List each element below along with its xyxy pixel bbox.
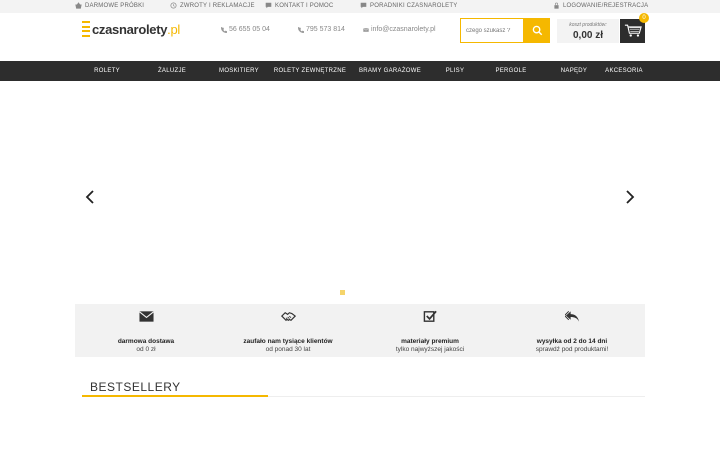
chevron-left-icon [85, 190, 94, 204]
history-icon [170, 2, 177, 9]
login-label: LOGOWANIE/REJESTRACJA [563, 2, 649, 9]
nav-item-bramy-garazowe[interactable]: BRAMY GARAŻOWE [359, 61, 421, 81]
nav-item-zaluzje[interactable]: ŻALUZJE [158, 61, 186, 81]
email-label: info@czasnarolety.pl [371, 26, 436, 33]
basket-icon [75, 2, 82, 9]
feature-subtitle: od ponad 30 lat [265, 346, 311, 353]
feature-premium-materials: materiały premium tylko najwyższej jakoś… [359, 304, 501, 353]
bestsellers-heading: BESTSELLERY [90, 380, 181, 394]
phone-icon [298, 26, 304, 33]
lock-icon [554, 2, 559, 9]
logo-text: czasnarolety.pl [92, 22, 180, 37]
feature-title: darmowa dostawa [117, 338, 175, 345]
email-link[interactable]: info@czasnarolety.pl [363, 26, 436, 33]
nav-item-akcesoria[interactable]: AKCESORIA [605, 61, 643, 81]
search-button[interactable] [524, 18, 550, 43]
nav-item-moskitiery[interactable]: MOSKITIERY [219, 61, 259, 81]
phone-1[interactable]: 56 655 05 04 [221, 26, 270, 33]
cart-summary[interactable]: koszt produktów: 0,00 zł [557, 19, 619, 43]
nav-item-pergole[interactable]: PERGOLE [495, 61, 526, 81]
handshake-icon [280, 311, 296, 322]
free-samples-label: DARMOWE PRÓBKI [85, 2, 145, 9]
phone-1-label: 56 655 05 04 [229, 26, 270, 33]
feature-title: wysyłka od 2 do 14 dni [536, 338, 608, 345]
search-input[interactable] [460, 18, 524, 43]
login-link[interactable]: LOGOWANIE/REJESTRACJA [553, 2, 648, 9]
returns-label: ZWROTY I REKLAMACJE [180, 2, 255, 9]
phone-icon [221, 26, 227, 33]
cart-label: koszt produktów: [569, 22, 607, 28]
feature-shipping: wysyłka od 2 do 14 dni sprawdź pod produ… [501, 304, 643, 353]
slider-next-button[interactable] [625, 190, 635, 204]
section-divider [268, 396, 645, 397]
shopping-cart-icon [624, 24, 642, 37]
feature-free-delivery: darmowa dostawa od 0 zł [75, 304, 217, 353]
logo-blinds-icon [82, 21, 90, 37]
guides-label: PORADNIKI CZASNAROLETY [370, 2, 458, 9]
search-icon [532, 25, 542, 36]
site-logo[interactable]: czasnarolety.pl [82, 21, 180, 37]
checkbox-icon [423, 310, 437, 322]
slider-dot[interactable] [340, 290, 345, 295]
nav-item-napedy[interactable]: NAPĘDY [561, 61, 587, 81]
feature-subtitle: tylko najwyższej jakości [395, 346, 465, 353]
contact-help-link[interactable]: KONTAKT I POMOC [265, 2, 333, 9]
phone-2-label: 795 573 814 [306, 26, 345, 33]
chat-icon [265, 2, 272, 9]
feature-title: materiały premium [401, 338, 459, 345]
nav-item-rolety[interactable]: ROLETY [94, 61, 120, 81]
phone-2[interactable]: 795 573 814 [298, 26, 345, 33]
bestsellers-underline [82, 395, 268, 397]
chevron-right-icon [626, 190, 635, 204]
nav-item-rolety-zewnetrzne[interactable]: ROLETY ZEWNĘTRZNE [274, 61, 346, 81]
cart-total: 0,00 zł [572, 30, 604, 41]
guides-link[interactable]: PORADNIKI CZASNAROLETY [360, 2, 457, 9]
nav-item-plisy[interactable]: PLISY [446, 61, 465, 81]
feature-title: zaufało nam tysiące klientów [243, 338, 333, 345]
slider-prev-button[interactable] [85, 190, 95, 204]
reply-all-icon [563, 311, 579, 322]
logo-brand: czasnarolety [92, 21, 168, 37]
feature-subtitle: od 0 zł [136, 346, 156, 353]
returns-link[interactable]: ZWROTY I REKLAMACJE [170, 2, 255, 9]
top-bar: DARMOWE PRÓBKI ZWROTY I REKLAMACJE KONTA… [0, 0, 720, 13]
comment-icon [360, 2, 367, 9]
feature-subtitle: sprawdź pod produktami! [535, 346, 609, 353]
features-bar: darmowa dostawa od 0 zł zaufało nam tysi… [75, 304, 645, 357]
feature-trusted: zaufało nam tysiące klientów od ponad 30… [217, 304, 359, 353]
free-samples-link[interactable]: DARMOWE PRÓBKI [75, 2, 144, 9]
envelope-icon [138, 311, 154, 322]
envelope-icon [363, 27, 369, 32]
cart-count-badge: 0 [639, 13, 649, 23]
main-nav: ROLETY ŻALUZJE MOSKITIERY ROLETY ZEWNĘTR… [0, 61, 720, 81]
logo-tld: .pl [167, 21, 181, 37]
contact-help-label: KONTAKT I POMOC [275, 2, 334, 9]
